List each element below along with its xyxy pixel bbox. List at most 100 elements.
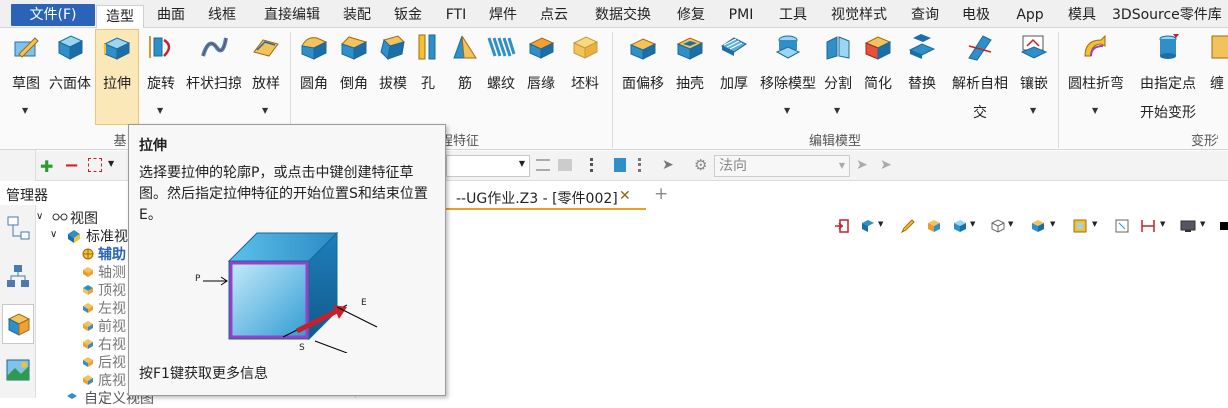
menu-data-exchange[interactable]: 数据交换 — [590, 4, 656, 26]
hexahedron-button[interactable]: 六面体 — [46, 30, 94, 126]
remove-model-button[interactable]: 移除模型 ▼ — [756, 30, 820, 126]
wireframe-icon[interactable] — [990, 218, 1006, 234]
shaded-box-icon[interactable] — [926, 218, 942, 234]
close-icon[interactable]: ✕ — [619, 188, 631, 204]
menu-tools[interactable]: 工具 — [775, 4, 811, 26]
chevron-down-icon[interactable]: ▼ — [1092, 220, 1097, 228]
pencil-icon[interactable] — [900, 218, 916, 234]
rod-sweep-button[interactable]: 杆状扫掠 — [182, 30, 246, 126]
tree-item-iso[interactable]: 轴测 — [98, 262, 126, 282]
shell-button[interactable]: 抽壳 — [670, 30, 710, 126]
section-icon[interactable] — [1030, 218, 1046, 234]
lip-button[interactable]: 唇缘 — [520, 30, 562, 126]
replace-button[interactable]: 替换 — [902, 30, 942, 126]
menu-query[interactable]: 查询 — [907, 4, 943, 26]
self-intersect-button[interactable]: 解析自相 交 — [946, 30, 1014, 126]
draft-button[interactable]: 拔模 — [374, 30, 412, 126]
chevron-down-icon[interactable]: ▼ — [1008, 220, 1013, 228]
document-tab[interactable]: --UG作业.Z3 - [零件002] ✕ — [446, 182, 646, 210]
view-orient-icon[interactable] — [860, 218, 876, 234]
fillet-button[interactable]: 圆角 — [294, 30, 334, 126]
dimension-icon[interactable] — [1140, 218, 1156, 234]
history-icon[interactable] — [4, 214, 32, 242]
wrap-button[interactable]: 缠 — [1206, 30, 1228, 126]
hole-button[interactable]: 孔 — [412, 30, 444, 126]
tree-item-right[interactable]: 右视 — [98, 334, 126, 354]
cylinder-bend-button[interactable]: 圆柱折弯 ▼ — [1062, 30, 1130, 126]
remove-icon[interactable]: − — [64, 155, 79, 176]
menu-fti[interactable]: FTI — [441, 4, 471, 26]
display-icon[interactable] — [1180, 218, 1196, 234]
menu-modeling[interactable]: 造型 — [96, 5, 144, 29]
tree-standard[interactable]: 标准视 — [86, 226, 128, 246]
box-select-icon[interactable] — [88, 158, 102, 172]
menu-wireframe[interactable]: 线框 — [200, 4, 244, 26]
menu-pointcloud[interactable]: 点云 — [536, 4, 572, 26]
menu-surface[interactable]: 曲面 — [150, 4, 192, 26]
thread-button[interactable]: 螺纹 — [482, 30, 520, 126]
stock-button[interactable]: 坯料 — [564, 30, 606, 126]
chevron-down-icon[interactable]: ▼ — [108, 159, 114, 168]
chevron-down-icon[interactable]: ▼ — [1200, 220, 1205, 228]
assembly-tree-icon[interactable] — [4, 262, 32, 290]
tree-item-aux[interactable]: 辅助 — [98, 244, 126, 264]
list-icon[interactable] — [614, 158, 626, 172]
menu-electrode[interactable]: 电极 — [958, 4, 994, 26]
collapse-icon[interactable]: ∨ — [50, 229, 57, 240]
menu-weldment[interactable]: 焊件 — [485, 4, 521, 26]
direction-combobox[interactable]: 法向 ▼ — [714, 155, 850, 177]
revolve-button[interactable]: 旋转 ▼ — [143, 30, 179, 126]
tree-item-bottom[interactable]: 底视 — [98, 370, 126, 390]
tree-icon[interactable] — [638, 158, 648, 172]
loft-button[interactable]: 放样 ▼ — [246, 30, 286, 126]
menu-3dsource[interactable]: 3DSource零件库 — [1112, 4, 1228, 26]
menu-assembly[interactable]: 装配 — [339, 4, 375, 26]
menu-mold[interactable]: 模具 — [1064, 4, 1100, 26]
pick-icon[interactable]: ➤ — [856, 157, 868, 173]
view-manager-tab[interactable] — [2, 304, 34, 344]
new-tab-icon[interactable]: + — [654, 184, 668, 204]
tree-root[interactable]: 视图 — [70, 208, 98, 228]
exit-icon[interactable] — [834, 218, 850, 234]
align-icon[interactable] — [536, 159, 550, 171]
graphics-window[interactable] — [446, 210, 1228, 398]
menu-sheetmetal[interactable]: 钣金 — [390, 4, 426, 26]
pick-filter-icon[interactable]: ➤ — [880, 157, 892, 173]
tree-item-left[interactable]: 左视 — [98, 298, 126, 318]
extrude-button[interactable]: 拉伸 — [95, 29, 139, 125]
settings-icon[interactable]: ⚙ — [694, 156, 707, 174]
tree-item-front[interactable]: 前视 — [98, 316, 126, 336]
chevron-down-icon[interactable]: ▼ — [1050, 220, 1055, 228]
menu-app[interactable]: App — [1010, 4, 1050, 26]
face-offset-button[interactable]: 面偏移 — [618, 30, 668, 126]
filter-combobox[interactable]: ▼ — [446, 155, 530, 177]
menu-direct-edit[interactable]: 直接编辑 — [256, 4, 328, 26]
grid-icon[interactable] — [590, 158, 600, 172]
chevron-down-icon[interactable]: ▼ — [878, 220, 883, 228]
menu-visual-style[interactable]: 视觉样式 — [826, 4, 892, 26]
render-mode-icon[interactable] — [952, 218, 968, 234]
frame-icon[interactable] — [1072, 218, 1088, 234]
pointer-icon[interactable]: ➤ — [662, 157, 674, 173]
menu-pmi[interactable]: PMI — [724, 4, 758, 26]
split-button[interactable]: 分割 ▼ — [820, 30, 856, 126]
tree-item-top[interactable]: 顶视 — [98, 280, 126, 300]
inlay-button[interactable]: 镶嵌 ▼ — [1016, 30, 1052, 126]
more-icon[interactable] — [1220, 222, 1228, 230]
thicken-button[interactable]: 加厚 — [712, 30, 756, 126]
collapse-icon[interactable]: ∨ — [36, 212, 47, 223]
image-icon[interactable] — [4, 356, 32, 384]
sketch-button[interactable]: 草图 ▼ — [6, 30, 46, 126]
deform-point-button[interactable]: 由指定点 开始变形 — [1132, 30, 1204, 126]
menu-file[interactable]: 文件(F) — [11, 4, 95, 26]
zoom-box-icon[interactable] — [1114, 218, 1130, 234]
chamfer-button[interactable]: 倒角 — [334, 30, 374, 126]
group-launcher-icon[interactable]: ⌟ — [1214, 130, 1219, 141]
chevron-down-icon[interactable]: ▼ — [1160, 220, 1165, 228]
simplify-button[interactable]: 简化 — [858, 30, 898, 126]
rib-button[interactable]: 筋 — [448, 30, 482, 126]
snap-icon[interactable] — [558, 159, 572, 171]
menu-repair[interactable]: 修复 — [673, 4, 709, 26]
chevron-down-icon[interactable]: ▼ — [970, 220, 975, 228]
tree-item-back[interactable]: 后视 — [98, 352, 126, 372]
